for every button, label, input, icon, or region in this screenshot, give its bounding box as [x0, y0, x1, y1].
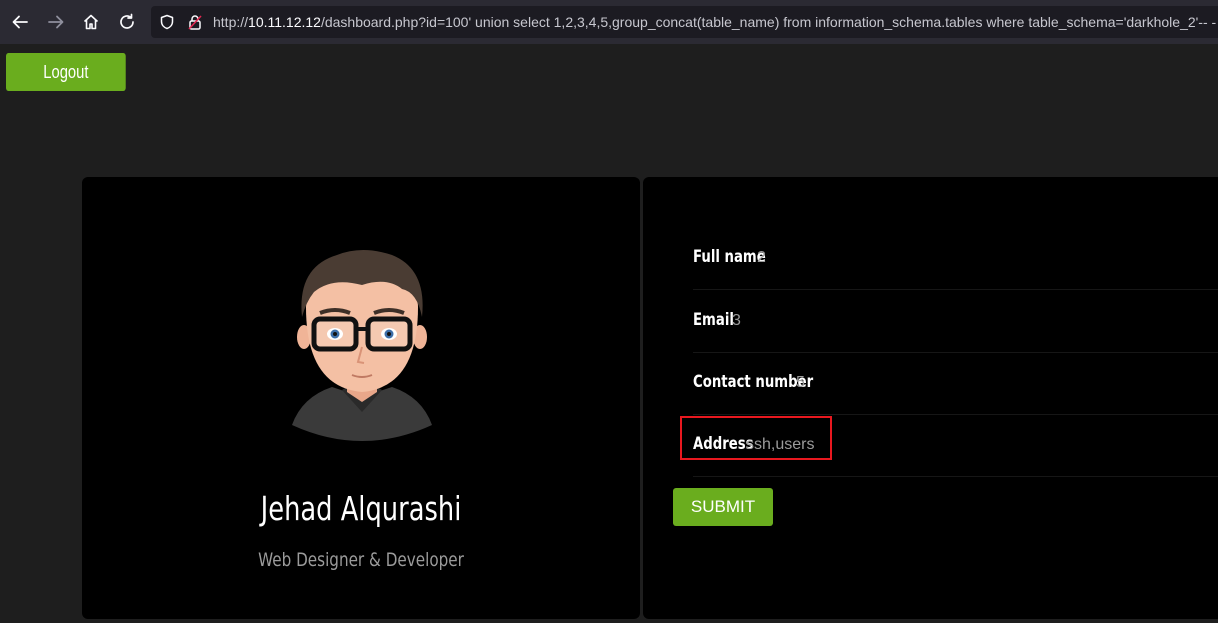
profile-card: Jehad Alqurashi Web Designer & Developer	[82, 177, 640, 619]
avatar	[292, 250, 432, 441]
field-row-email: Email 3	[693, 290, 1218, 353]
submit-button[interactable]: SUBMIT	[673, 488, 773, 526]
home-icon[interactable]	[77, 8, 105, 36]
url-host: 10.11.12.12	[248, 14, 321, 30]
url-path: /dashboard.php?id=100' union select 1,2,…	[320, 14, 1217, 30]
field-row-contact-number: Contact number 5	[693, 352, 1218, 415]
field-label-email: Email	[693, 310, 734, 330]
url-prefix: http://	[213, 14, 249, 30]
logout-button[interactable]: Logout	[6, 53, 126, 91]
shield-icon[interactable]	[159, 14, 175, 30]
field-row-full-name: Full name 2	[693, 227, 1218, 290]
profile-name: Jehad Alqurashi	[260, 489, 462, 528]
browser-toolbar: http://10.11.12.12/dashboard.php?id=100'…	[0, 0, 1218, 44]
page-content: Logout Jehad Alqurashi Web Designer & De…	[0, 44, 1218, 623]
field-label-full-name: Full name	[693, 247, 766, 267]
details-card: Full name 2 Email 3 Contact number 5 Add…	[643, 177, 1218, 619]
highlight-annotation	[680, 416, 832, 460]
insecure-lock-icon[interactable]	[187, 14, 203, 30]
url-text: http://10.11.12.12/dashboard.php?id=100'…	[213, 6, 1216, 38]
field-value-full-name: 2	[757, 249, 766, 266]
back-arrow-icon[interactable]	[6, 8, 34, 36]
reload-icon[interactable]	[113, 8, 141, 36]
forward-arrow-icon[interactable]	[42, 8, 70, 36]
url-bar[interactable]: http://10.11.12.12/dashboard.php?id=100'…	[151, 6, 1218, 38]
field-value-email: 3	[732, 312, 741, 329]
profile-role: Web Designer & Developer	[258, 549, 464, 571]
field-value-contact-number: 5	[796, 374, 805, 391]
